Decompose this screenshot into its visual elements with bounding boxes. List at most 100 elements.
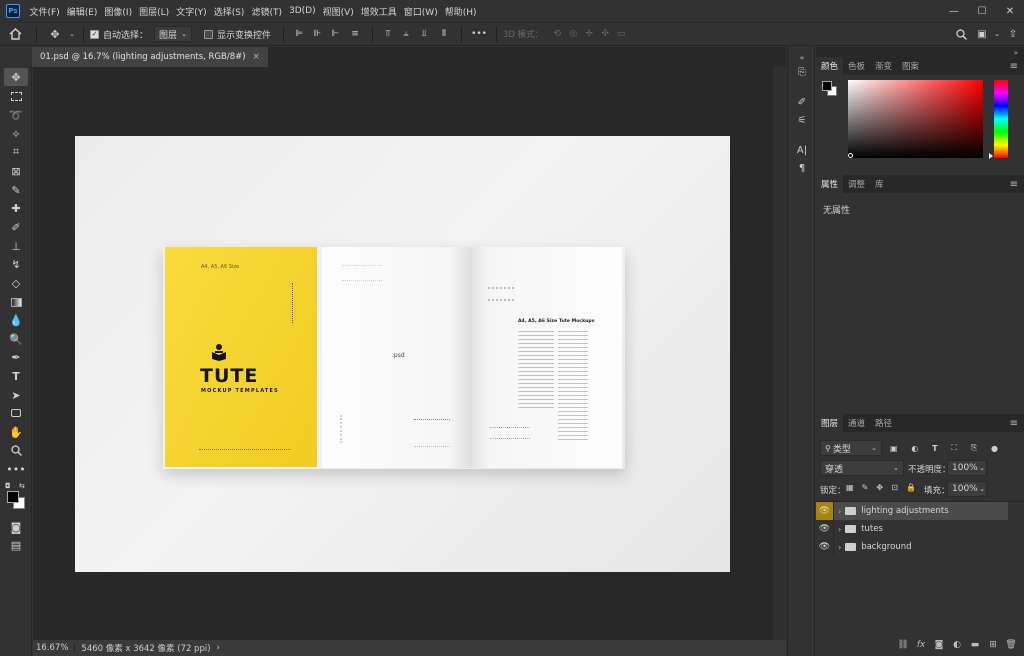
paragraph-panel-icon[interactable]: ¶ (792, 159, 812, 177)
align-top-icon[interactable]: ⫪ (379, 24, 397, 44)
chevron-down-icon[interactable]: ⌄ (992, 24, 1002, 44)
menu-3d[interactable]: 3D(D) (285, 6, 319, 16)
tab-libraries[interactable]: 库 (870, 175, 889, 193)
trash-icon[interactable]: 🗑 (1002, 640, 1020, 650)
lock-artboard-icon[interactable]: ⊡ (891, 483, 898, 495)
menu-image[interactable]: 图像(I) (101, 5, 136, 18)
align-left-icon[interactable]: ⊫ (290, 24, 308, 44)
show-transform-checkbox[interactable] (204, 29, 214, 39)
new-layer-icon[interactable]: ⊞ (984, 640, 1002, 650)
search-icon[interactable] (950, 24, 972, 44)
orbit-3d-icon[interactable]: ⟲ (549, 24, 565, 44)
opacity-chevron-icon[interactable]: ⌄ (976, 460, 988, 476)
move-tool-icon[interactable]: ✥ (4, 68, 28, 86)
menu-view[interactable]: 视图(V) (319, 5, 357, 18)
lock-transparency-icon[interactable]: ▦ (846, 483, 854, 495)
layer-filter-dropdown[interactable]: ⚲ 类型 ⌄ (820, 440, 882, 456)
screen-mode-icon[interactable]: ▤ (4, 536, 28, 554)
adjust-icon[interactable]: ⚟ (792, 111, 812, 129)
frame-tool-icon[interactable]: ⊠ (4, 162, 28, 180)
foreground-color-swatch[interactable] (7, 491, 19, 503)
adjustment-icon[interactable]: ◐ (948, 640, 966, 650)
menu-plugins[interactable]: 增效工具 (357, 5, 400, 18)
clone-stamp-tool-icon[interactable]: ⊥ (4, 237, 28, 255)
menu-select[interactable]: 选择(S) (210, 5, 248, 18)
character-panel-icon[interactable]: A| (792, 141, 812, 159)
zoom-tool-icon[interactable] (4, 441, 28, 459)
menu-help[interactable]: 帮助(H) (441, 5, 480, 18)
document-canvas[interactable]: A4, A5, A6 Size TUTE MOCKUP TEMPLATES .p… (75, 136, 730, 572)
magic-wand-tool-icon[interactable]: ✧ (4, 125, 28, 143)
hand-tool-icon[interactable]: ✋ (4, 423, 28, 441)
fill-chevron-icon[interactable]: ⌄ (976, 481, 988, 497)
history-brush-tool-icon[interactable]: ↯ (4, 255, 28, 273)
menu-filter[interactable]: 滤镜(T) (248, 5, 286, 18)
rectangle-tool-icon[interactable] (4, 404, 28, 422)
menu-type[interactable]: 文字(Y) (173, 5, 211, 18)
maximize-button[interactable]: ☐ (968, 0, 996, 22)
roll-3d-icon[interactable]: ◎ (565, 24, 581, 44)
swap-colors-icon[interactable]: ⇆ (19, 482, 25, 490)
minimize-button[interactable]: — (940, 0, 968, 22)
expand-chevron-icon[interactable]: › (838, 525, 841, 534)
camera-3d-icon[interactable]: ▭ (613, 24, 629, 44)
menu-edit[interactable]: 编辑(E) (63, 5, 101, 18)
color-panel-swatches[interactable] (822, 81, 837, 96)
expand-chevron-icon[interactable]: › (838, 507, 841, 516)
tab-layers[interactable]: 图层 (816, 414, 844, 432)
edit-toolbar-icon[interactable]: ••• (4, 460, 28, 478)
expand-chevron-icon[interactable]: › (838, 543, 841, 552)
lock-image-icon[interactable]: ✎ (862, 483, 869, 495)
align-right-icon[interactable]: ⊩ (326, 24, 344, 44)
quick-mask-icon[interactable]: ◙ (4, 518, 28, 536)
healing-brush-tool-icon[interactable]: ✚ (4, 199, 28, 217)
history-panel-icon[interactable]: ⎘ (792, 63, 812, 81)
foreground-color-swatch[interactable] (822, 81, 832, 91)
close-button[interactable]: ✕ (996, 0, 1024, 22)
visibility-eye-icon[interactable]: 👁 (816, 538, 834, 556)
brush-settings-icon[interactable]: ✐ (792, 93, 812, 111)
zoom-level[interactable]: 16.67% (33, 643, 76, 653)
adjustment-filter-icon[interactable]: ◐ (911, 444, 918, 453)
pen-tool-icon[interactable]: ✒ (4, 348, 28, 366)
color-field[interactable] (848, 80, 983, 158)
fx-icon[interactable]: fx (912, 640, 930, 650)
move-tool-preset-icon[interactable]: ✥ (43, 24, 67, 44)
auto-select-checkbox[interactable]: ✓ (90, 29, 99, 39)
more-options-button[interactable]: ••• (468, 24, 490, 44)
visibility-eye-icon[interactable]: 👁 (816, 502, 834, 520)
close-tab-icon[interactable]: × (253, 52, 260, 62)
smart-object-filter-icon[interactable]: ⎘ (971, 443, 977, 453)
hue-slider-handle[interactable] (989, 153, 993, 159)
document-tab[interactable]: 01.psd @ 16.7% (lighting adjustments, RG… (32, 47, 268, 67)
tab-channels[interactable]: 通道 (843, 414, 870, 432)
hamburger-icon[interactable]: ≡ (1010, 175, 1018, 193)
link-icon[interactable]: ⛓ (894, 640, 912, 650)
tab-adjustments[interactable]: 调整 (843, 175, 870, 193)
chevron-down-icon[interactable]: ⌄ (67, 24, 77, 44)
menu-window[interactable]: 窗口(W) (400, 5, 441, 18)
hamburger-icon[interactable]: ≡ (1010, 414, 1018, 432)
menu-layer[interactable]: 图层(L) (136, 5, 173, 18)
menu-file[interactable]: 文件(F) (26, 5, 63, 18)
distribute-vertical-icon[interactable]: ⦀ (433, 24, 455, 44)
layer-row-background[interactable]: 👁 › background (816, 538, 1008, 556)
slide-3d-icon[interactable]: ✣ (597, 24, 613, 44)
lasso-tool-icon[interactable]: ➰ (4, 106, 28, 124)
lock-position-icon[interactable]: ✥ (876, 483, 883, 495)
blur-tool-icon[interactable]: 💧 (4, 311, 28, 329)
mask-icon[interactable]: ◙ (930, 640, 948, 650)
tab-color[interactable]: 颜色 (816, 57, 844, 75)
color-picker-cursor[interactable] (848, 153, 853, 158)
tab-swatches[interactable]: 色板 (843, 57, 870, 75)
auto-select-target-dropdown[interactable]: 图层 ⌄ (154, 26, 193, 42)
tab-paths[interactable]: 路径 (870, 414, 897, 432)
align-middle-icon[interactable]: ⫨ (397, 24, 415, 44)
vertical-scrollbar[interactable] (773, 67, 786, 640)
align-bottom-icon[interactable]: ⫫ (415, 24, 433, 44)
eraser-tool-icon[interactable]: ◇ (4, 274, 28, 292)
lock-all-icon[interactable]: 🔒 (906, 483, 916, 495)
tab-patterns[interactable]: 图案 (897, 57, 924, 75)
eyedropper-tool-icon[interactable]: ✎ (4, 181, 28, 199)
dodge-tool-icon[interactable]: 🔍 (4, 330, 28, 348)
